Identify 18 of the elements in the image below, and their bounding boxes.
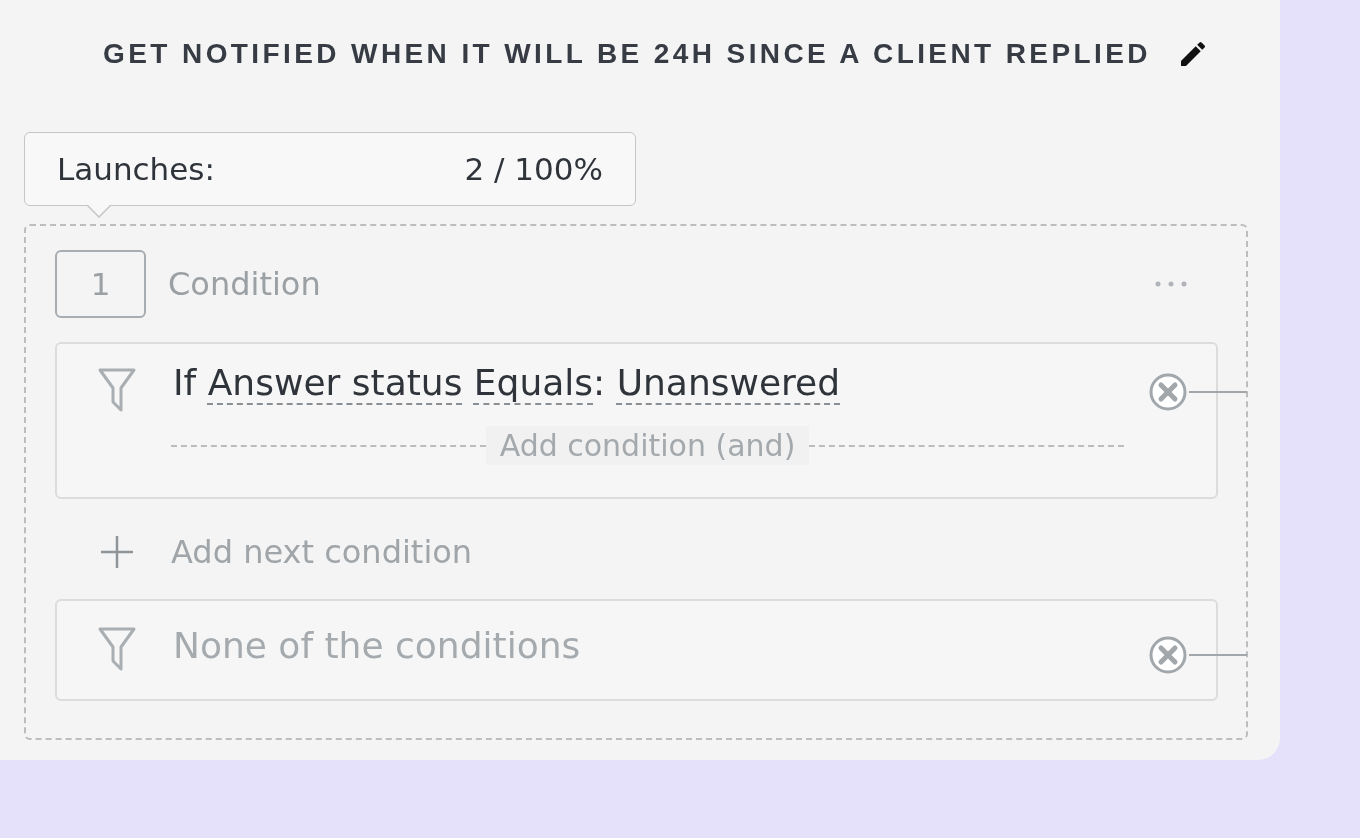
more-icon[interactable] bbox=[1154, 280, 1188, 288]
connector-line bbox=[1189, 654, 1247, 656]
launches-value: 2 / 100% bbox=[464, 151, 603, 187]
step-number: 1 bbox=[55, 250, 146, 318]
value-link[interactable]: Unanswered bbox=[616, 362, 841, 403]
remove-icon[interactable] bbox=[1148, 372, 1188, 412]
filter-icon bbox=[97, 625, 137, 673]
filter-icon bbox=[97, 366, 137, 414]
else-label: None of the conditions bbox=[173, 624, 581, 668]
condition-sentence: If Answer status Equals: Unanswered bbox=[173, 361, 841, 405]
remove-icon[interactable] bbox=[1148, 635, 1188, 675]
plus-icon bbox=[99, 534, 135, 570]
operator-link[interactable]: Equals bbox=[473, 362, 594, 403]
step-label: Condition bbox=[168, 265, 321, 303]
rule-title: GET NOTIFIED WHEN IT WILL BE 24H SINCE A CLIENT REPLIED bbox=[103, 38, 1151, 70]
field-link[interactable]: Answer status bbox=[207, 362, 463, 403]
launches-label: Launches: bbox=[57, 151, 215, 187]
connector-line bbox=[1189, 391, 1247, 393]
